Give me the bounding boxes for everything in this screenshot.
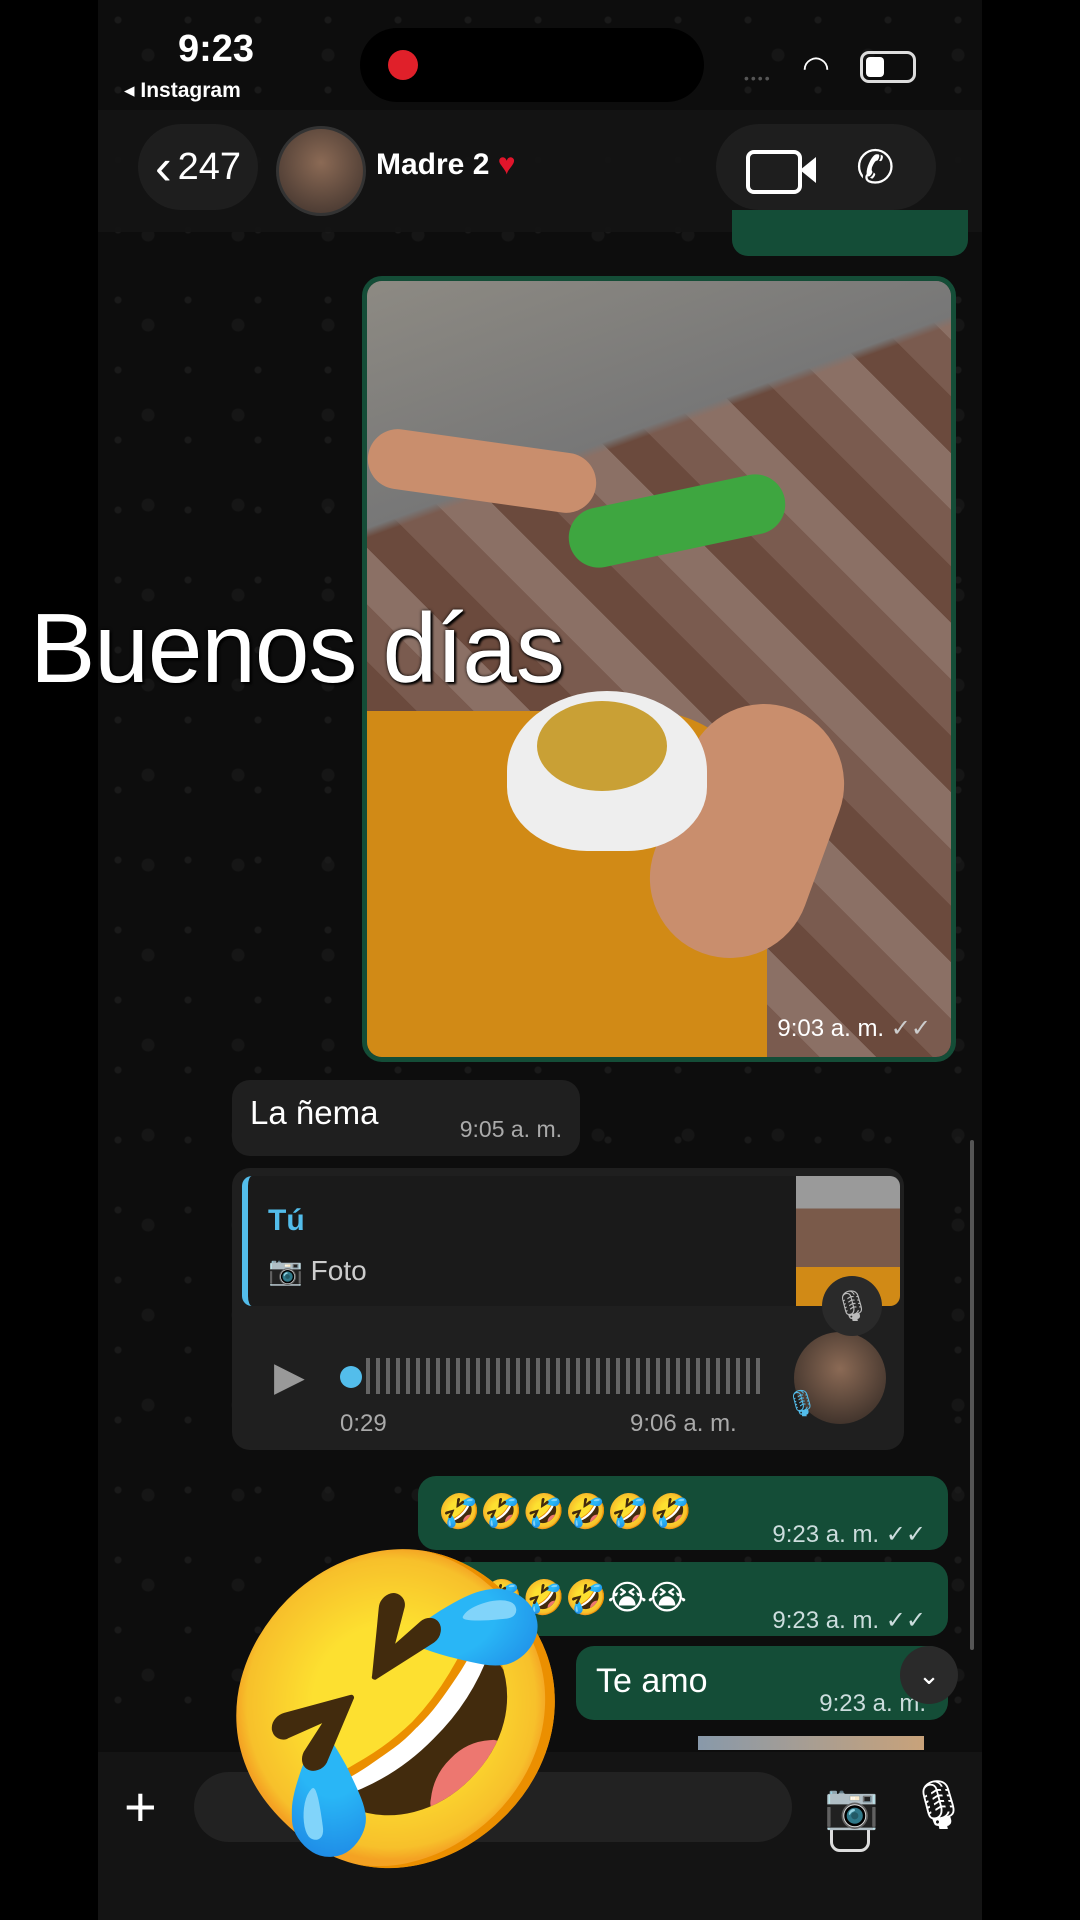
photo-timestamp: 9:03 a. m. ✓✓	[777, 1014, 931, 1043]
transcribe-mic-button[interactable]: 🎙	[822, 1276, 882, 1336]
message-text: La ñema	[250, 1094, 379, 1131]
message-text: 🤣🤣🤣🤣🤣🤣	[438, 1493, 693, 1531]
mic-icon[interactable]: 🎙	[908, 1776, 969, 1833]
play-icon[interactable]: ▶	[274, 1354, 305, 1400]
outgoing-message[interactable]: 🤣🤣🤣🤣🤣🤣 9:23 a. m. ✓✓	[418, 1476, 948, 1550]
chevron-left-icon: ‹	[154, 139, 172, 195]
video-caption-overlay: Buenos días	[30, 593, 565, 703]
wifi-icon: ◠	[802, 49, 830, 85]
message-time: 9:05 a. m.	[459, 1116, 562, 1142]
contact-name[interactable]: Madre 2 ♥	[376, 148, 516, 182]
chevron-down-icon: ⌄	[918, 1659, 940, 1690]
mic-icon: 🎙	[785, 1388, 819, 1418]
voice-waveform[interactable]	[366, 1358, 766, 1394]
back-to-instagram-link[interactable]: ◂ Instagram	[124, 78, 241, 103]
photo-detail	[537, 701, 667, 791]
read-ticks-icon: ✓✓	[890, 1015, 931, 1042]
playback-scrubber[interactable]	[340, 1366, 362, 1388]
contact-name-text: Madre 2	[376, 148, 490, 181]
unread-count: 247	[177, 145, 242, 188]
voice-duration: 0:29	[340, 1410, 387, 1437]
read-ticks-icon: ✓✓	[885, 1521, 926, 1548]
message-time: 9:23 a. m. ✓✓	[772, 1606, 926, 1635]
scroll-to-bottom-button[interactable]: ⌄	[900, 1646, 958, 1704]
recording-indicator-icon	[388, 50, 418, 80]
outgoing-message[interactable]: Te amo 9:23 a. m.	[576, 1646, 948, 1720]
next-message-peek	[698, 1736, 924, 1750]
heart-icon: ♥	[497, 148, 516, 181]
phone-call-icon[interactable]: ✆	[856, 140, 895, 194]
video-call-icon[interactable]	[746, 150, 816, 194]
camera-icon[interactable]: 📷	[824, 1780, 879, 1832]
message-text: Te amo	[596, 1662, 708, 1700]
voice-time: 9:06 a. m.	[630, 1410, 737, 1437]
read-ticks-icon: ✓✓	[885, 1607, 926, 1634]
message-time-text: 9:23 a. m.	[772, 1607, 880, 1634]
contact-avatar[interactable]	[276, 126, 366, 216]
voice-reply-message[interactable]: Tú 📷 Foto ▶ 0:29 9:06 a. m. 🎙	[232, 1168, 904, 1450]
scrollbar[interactable]	[970, 1140, 974, 1650]
back-button[interactable]: ‹ 247	[138, 124, 258, 210]
dynamic-island	[360, 28, 704, 102]
incoming-message[interactable]: La ñema 9:05 a. m.	[232, 1080, 580, 1156]
message-time-text: 9:23 a. m.	[772, 1521, 880, 1548]
photo-time: 9:03 a. m.	[777, 1015, 885, 1042]
previous-message-bubble[interactable]	[732, 210, 968, 256]
laughing-emoji-sticker: 🤣	[210, 1542, 584, 1878]
battery-icon	[860, 51, 916, 83]
quoted-type: 📷 Foto	[268, 1255, 367, 1286]
quoted-photo[interactable]: Tú 📷 Foto	[242, 1176, 900, 1306]
status-bar: 9:23 ◂ Instagram •••• ◠	[98, 0, 982, 103]
signal-icon: ••••	[744, 70, 772, 86]
status-time: 9:23	[178, 28, 255, 70]
plus-icon[interactable]: +	[124, 1774, 157, 1839]
call-buttons: ✆	[716, 124, 936, 210]
message-time: 9:23 a. m. ✓✓	[772, 1520, 926, 1549]
quoted-sender: Tú	[268, 1204, 305, 1237]
